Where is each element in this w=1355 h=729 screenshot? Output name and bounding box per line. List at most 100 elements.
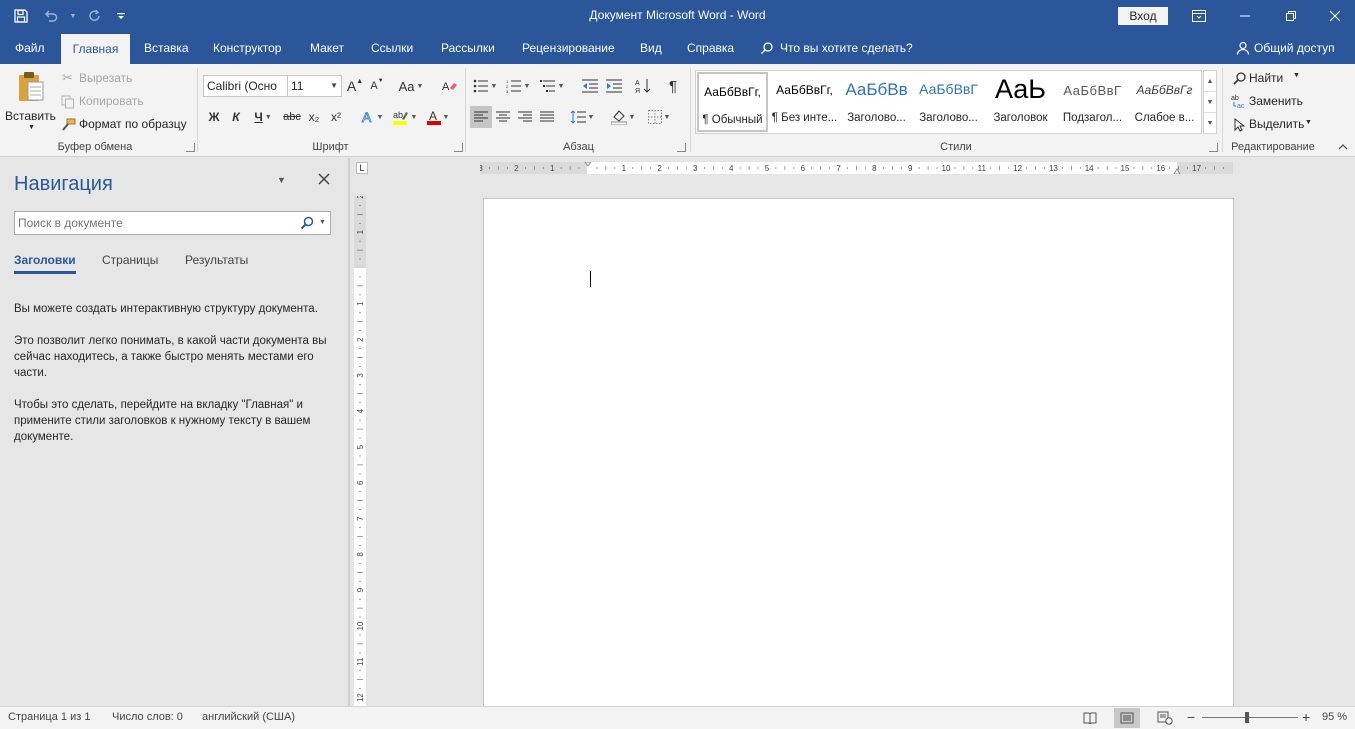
zoom-out-button[interactable]: − xyxy=(1187,709,1195,725)
tab-insert[interactable]: Вставка xyxy=(144,32,189,64)
tab-layout[interactable]: Макет xyxy=(310,32,344,64)
tab-view[interactable]: Вид xyxy=(640,32,662,64)
italic-button[interactable]: К xyxy=(227,106,245,128)
font-launcher-icon[interactable] xyxy=(454,143,463,152)
collapse-ribbon-icon[interactable] xyxy=(1337,141,1351,153)
print-layout-icon[interactable] xyxy=(1114,708,1140,728)
web-layout-icon[interactable] xyxy=(1152,708,1178,728)
separator xyxy=(1222,68,1223,152)
tab-help[interactable]: Справка xyxy=(687,32,734,64)
tab-mailings[interactable]: Рассылки xyxy=(441,32,495,64)
subscript-button[interactable]: x₂ xyxy=(305,106,323,128)
style-name: Слабое в... xyxy=(1134,112,1195,124)
ribbon: Вставить ▼ ✂ Вырезать Копировать Формат … xyxy=(0,64,1355,157)
underline-button[interactable]: Ч ▼ xyxy=(250,106,276,128)
superscript-button[interactable]: x² xyxy=(327,106,345,128)
gallery-down-icon[interactable]: ▼ xyxy=(1204,92,1216,113)
replace-button[interactable]: ab ac Заменить xyxy=(1231,93,1311,111)
nav-search-input[interactable] xyxy=(15,212,290,234)
grow-font-button[interactable]: A ▲ xyxy=(346,75,364,97)
word-count[interactable]: Число слов: 0 xyxy=(112,711,183,723)
strikethrough-button[interactable]: abc xyxy=(281,106,303,128)
clear-formatting-icon[interactable]: A xyxy=(440,75,460,97)
ruler-label: 15 xyxy=(1121,164,1130,173)
page-count[interactable]: Страница 1 из 1 xyxy=(8,711,90,723)
cut-button[interactable]: ✂ Вырезать xyxy=(60,70,160,88)
format-painter-button[interactable]: Формат по образцу xyxy=(60,116,192,134)
close-window-icon[interactable] xyxy=(1312,0,1355,32)
numbering-icon[interactable]: 1 2 3 ▼ xyxy=(503,75,533,97)
change-case-button[interactable]: Aa ▼ xyxy=(395,75,427,97)
multilevel-list-icon[interactable]: ▼ xyxy=(536,75,568,97)
styles-launcher-icon[interactable] xyxy=(1209,143,1218,152)
paste-button[interactable]: Вставить ▼ xyxy=(4,68,56,138)
text-effects-icon[interactable]: A ▼ xyxy=(358,106,386,128)
increase-indent-icon[interactable] xyxy=(604,75,624,97)
shrink-font-button[interactable]: A ▼ xyxy=(368,75,386,97)
restore-icon[interactable] xyxy=(1268,0,1314,32)
find-button[interactable]: Найти ▼ xyxy=(1231,70,1311,88)
tell-me-box[interactable]: Что вы хотите сделать? xyxy=(760,32,913,64)
document-page[interactable] xyxy=(483,198,1234,708)
vertical-ruler[interactable]: 21123456789101112 xyxy=(354,196,366,706)
align-left-icon[interactable] xyxy=(470,106,492,128)
gallery-more-icon[interactable]: ▼ xyxy=(1204,113,1216,134)
tab-file[interactable]: Файл xyxy=(15,32,45,64)
justify-icon[interactable] xyxy=(536,106,558,128)
line-spacing-icon[interactable]: ▼ xyxy=(566,106,598,128)
style-title[interactable]: АаЬ Заголовок xyxy=(985,72,1056,132)
replace-label: Заменить xyxy=(1249,94,1303,108)
style-normal[interactable]: АаБбВвГг, ¶ Обычный xyxy=(697,72,768,132)
select-button[interactable]: Выделить ▼ xyxy=(1231,116,1312,134)
zoom-in-button[interactable]: + xyxy=(1302,709,1310,725)
minimize-icon[interactable] xyxy=(1222,0,1268,32)
sort-icon[interactable]: AЯ xyxy=(633,75,653,97)
tab-review[interactable]: Рецензирование xyxy=(522,32,615,64)
horizontal-ruler[interactable]: 3 2 1 1 2 3 4 5 6 7 8 9 10 11 12 13 14 15 16 17 xyxy=(480,162,1233,174)
ruler-label: 9 xyxy=(356,587,365,592)
zoom-slider[interactable] xyxy=(1202,717,1298,718)
nav-options-icon[interactable]: ▼ xyxy=(277,175,291,189)
borders-icon[interactable]: ▼ xyxy=(643,106,675,128)
paragraph-launcher-icon[interactable] xyxy=(677,143,686,152)
nav-tab-pages[interactable]: Страницы xyxy=(102,253,158,267)
tab-home[interactable]: Главная xyxy=(61,34,130,64)
zoom-slider-thumb[interactable] xyxy=(1245,712,1249,723)
tab-references[interactable]: Ссылки xyxy=(371,32,413,64)
style-heading-2[interactable]: АаБбВвГ Заголово... xyxy=(913,72,984,132)
zoom-level[interactable]: 95 % xyxy=(1322,711,1347,723)
document-area: L 3 2 1 1 2 3 4 5 6 7 8 9 10 11 12 13 14 15 16 17 211234567… xyxy=(350,158,1355,708)
align-right-icon[interactable] xyxy=(514,106,536,128)
style-subtitle[interactable]: АаБбВвГ Подзагол... xyxy=(1057,72,1128,132)
style-subtle-emphasis[interactable]: АаБбВвГг Слабое в... xyxy=(1129,72,1200,132)
decrease-indent-icon[interactable] xyxy=(580,75,600,97)
font-color-icon[interactable]: A ▼ xyxy=(423,106,453,128)
font-size-combo[interactable]: 11 ▼ xyxy=(287,75,342,97)
show-formatting-button[interactable]: ¶ xyxy=(663,75,683,97)
copy-button[interactable]: Копировать xyxy=(60,93,160,111)
ribbon-tabs: Файл Главная Вставка Конструктор Макет С… xyxy=(0,32,1355,64)
search-dropdown-icon[interactable]: ▼ xyxy=(319,219,326,226)
style-no-spacing[interactable]: АаБбВвГг, ¶ Без инте... xyxy=(769,72,840,132)
gallery-up-icon[interactable]: ▲ xyxy=(1204,71,1216,92)
search-icon[interactable] xyxy=(300,216,314,233)
share-button[interactable]: Общий доступ xyxy=(1236,32,1335,64)
language-indicator[interactable]: английский (США) xyxy=(202,711,295,723)
style-heading-1[interactable]: АаБбВв Заголово... xyxy=(841,72,912,132)
read-mode-icon[interactable] xyxy=(1077,708,1103,728)
nav-close-icon[interactable] xyxy=(318,173,332,187)
nav-tab-results[interactable]: Результаты xyxy=(185,253,248,267)
clipboard-launcher-icon[interactable] xyxy=(186,143,195,152)
nav-tab-headings[interactable]: Заголовки xyxy=(14,253,76,274)
tab-design[interactable]: Конструктор xyxy=(213,32,281,64)
select-dropdown-icon: ▼ xyxy=(1305,119,1312,126)
bullets-icon[interactable]: ▼ xyxy=(470,75,500,97)
sign-in-button[interactable]: Вход xyxy=(1118,7,1168,25)
bold-button[interactable]: Ж xyxy=(205,106,223,128)
align-center-icon[interactable] xyxy=(492,106,514,128)
shading-icon[interactable]: ▼ xyxy=(607,106,639,128)
tab-selector[interactable]: L xyxy=(356,162,368,174)
ribbon-display-options-icon[interactable] xyxy=(1176,0,1222,32)
highlight-color-icon[interactable]: ab ▼ xyxy=(390,106,420,128)
font-name-combo[interactable]: Calibri (Осно xyxy=(203,75,289,97)
